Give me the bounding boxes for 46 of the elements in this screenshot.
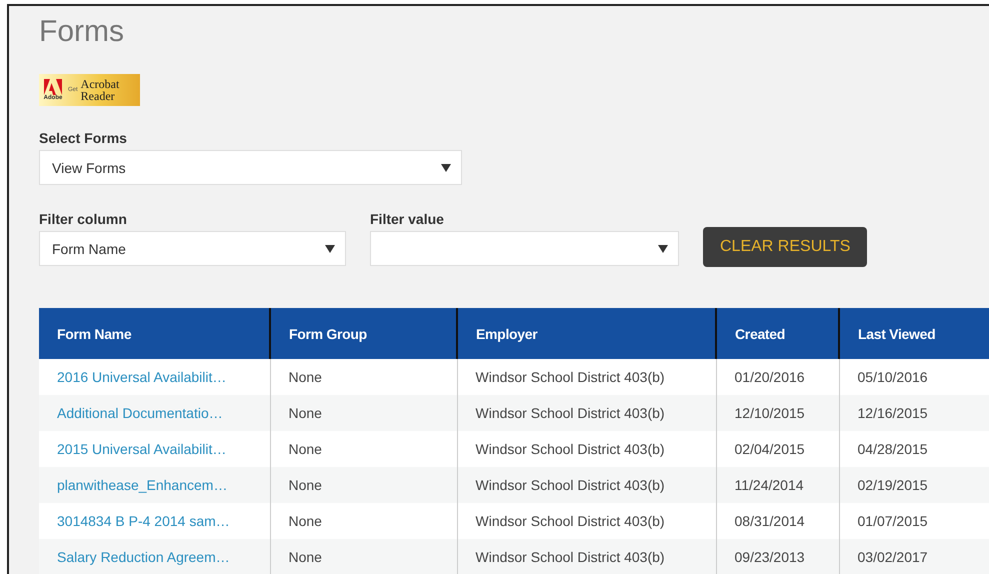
form-link[interactable]: 2015 Universal Availabilit…	[39, 431, 270, 467]
field-label: Select Forms	[39, 130, 128, 146]
logo-icon	[44, 78, 62, 94]
clear-results-button[interactable]: CLEAR RESULTS	[703, 227, 868, 267]
table-cell: 02/04/2015	[716, 431, 839, 467]
table-cell: None	[270, 431, 457, 467]
form-link[interactable]: 3014834 B P-4 2014 sam…	[39, 503, 270, 539]
table-cell: 12/10/2015	[716, 395, 839, 431]
table-cell: Windsor School District 403(b)	[457, 359, 716, 395]
table-cell: 02/19/2015	[839, 467, 989, 503]
table-cell: None	[270, 359, 457, 395]
table-cell: Windsor School District 403(b)	[457, 503, 716, 539]
table-cell: 01/20/2016	[716, 359, 839, 395]
table-cell: None	[270, 503, 457, 539]
caret-icon	[441, 164, 451, 172]
column-header[interactable]: Employer	[457, 308, 716, 359]
forms-dropdown[interactable]: View Forms	[39, 150, 462, 185]
column-header[interactable]: Form Name	[39, 308, 270, 359]
column-header[interactable]: Form Group	[270, 308, 457, 359]
form-link[interactable]: 2016 Universal Availabilit…	[39, 359, 270, 395]
table-cell: 01/07/2015	[839, 503, 989, 539]
table-cell: None	[270, 395, 457, 431]
table-cell: 03/02/2017	[839, 539, 989, 574]
caret-icon	[658, 244, 668, 252]
table-cell: None	[270, 539, 457, 574]
table-cell: Windsor School District 403(b)	[457, 539, 716, 574]
field-label: Filter value	[370, 211, 445, 227]
table-cell: 05/10/2016	[839, 359, 989, 395]
caret-icon	[325, 244, 335, 252]
column-header[interactable]: Last Viewed	[839, 308, 989, 359]
filter-value-dropdown[interactable]	[370, 231, 679, 266]
table-cell: 09/23/2013	[716, 539, 839, 574]
filter-column-dropdown[interactable]: Form Name	[39, 231, 346, 266]
product-text: Reader	[80, 90, 116, 102]
table-cell: None	[270, 467, 457, 503]
product-text: Acrobat	[80, 78, 120, 90]
page-title: Forms	[39, 14, 125, 50]
column-header[interactable]: Created	[716, 308, 839, 359]
table-cell: Windsor School District 403(b)	[457, 431, 716, 467]
table-cell: Windsor School District 403(b)	[457, 395, 716, 431]
table-cell: 12/16/2015	[839, 395, 989, 431]
table-cell: 11/24/2014	[716, 467, 839, 503]
table-cell: Windsor School District 403(b)	[457, 467, 716, 503]
table-cell: 04/28/2015	[839, 431, 989, 467]
field-label: Filter column	[39, 211, 128, 227]
table-cell: 08/31/2014	[716, 503, 839, 539]
